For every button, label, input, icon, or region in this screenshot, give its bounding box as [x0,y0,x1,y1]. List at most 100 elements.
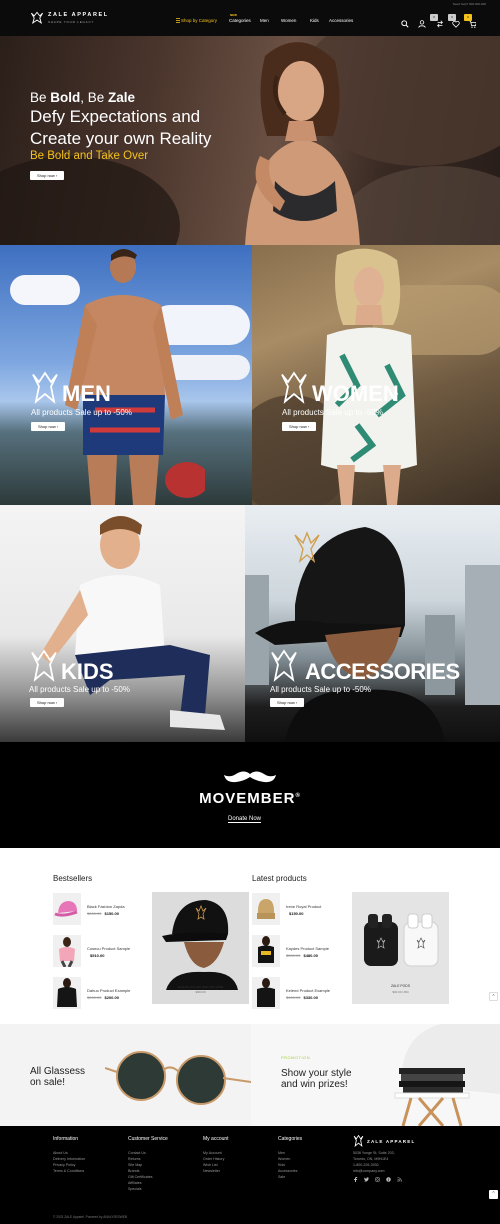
footer-link[interactable]: Gift Certificates [128,1175,153,1179]
footer-brand: ZALE APPAREL [367,1139,416,1144]
footer-link[interactable]: Newsletter [203,1169,220,1173]
footer-information-title: Information [53,1136,79,1142]
brand-name: ZALE APPAREL [48,12,109,18]
footer-link[interactable]: Affiliates [128,1181,142,1185]
compare-icon[interactable] [436,20,444,28]
rss-icon[interactable] [397,1177,402,1182]
nav-accessories[interactable]: Accessories [329,18,353,23]
crown-logo-icon [31,11,43,24]
bestsellers-title: Bestsellers [53,874,93,883]
promo-style[interactable]: PROMOTION Show your style and win prizes… [251,1024,500,1126]
footer-email[interactable]: info@company.com [353,1169,385,1173]
product-thumb[interactable] [53,977,81,1009]
user-icon[interactable] [418,20,426,28]
hero-shop-now-button[interactable]: Shop now › [30,171,65,180]
pinterest-icon[interactable] [386,1177,391,1182]
hero-be-2: , Be [80,90,109,105]
men-shop-now-button[interactable]: Shop now › [31,422,66,431]
footer-link[interactable]: Women [278,1157,290,1161]
featured-product-cap[interactable]: ZALE BLACK AND RED CAP SOME $000.00 [152,892,249,1004]
pink-top-image [59,937,75,968]
footer-phone[interactable]: 1-800-226-3930 [353,1163,379,1167]
stool-clothes-image [394,1024,500,1126]
footer-service-title: Customer Service [128,1136,168,1142]
footer-link[interactable]: About Us [53,1151,68,1155]
twitter-icon[interactable] [364,1177,369,1182]
product-name[interactable]: Dahuo Product Example [87,988,130,993]
accessories-shop-now-label: Shop now [277,700,295,705]
promo-glasses-line1: All Glassess [30,1066,86,1077]
heart-icon[interactable] [452,20,460,28]
men-subtitle: All products Sale up to -50% [31,408,132,417]
product-thumb[interactable] [252,977,280,1009]
men-title: MEN [62,381,111,406]
featured-price: $000.00 [195,990,206,994]
mustache-icon [224,771,276,783]
footer-link[interactable]: Accessories [278,1169,297,1173]
footer-link[interactable]: Sale [278,1175,285,1179]
product-thumb[interactable] [252,893,280,925]
product-thumb[interactable] [53,935,81,968]
black-shirt-image [257,978,275,1007]
product-name[interactable]: Irene Royal Product [286,904,321,909]
current-price: $200.00 [104,995,119,1000]
footer-link[interactable]: Contact Us [128,1151,146,1155]
black-hoodie-image [57,978,77,1007]
women-model-image [321,248,417,505]
footer-address-line: 5036 Yonge St, Suite 203, [353,1151,395,1155]
kids-crest-icon [31,649,57,682]
nav-categories[interactable]: NEW Categories [229,13,251,23]
nav-kids[interactable]: Kids [310,18,319,23]
accessories-model-image [255,527,445,742]
building-shape [465,565,500,705]
nav-women[interactable]: Women [281,18,296,23]
hero-line-4: Be Bold and Take Over [30,150,149,162]
footer-link[interactable]: Delivery Information [53,1157,85,1161]
product-name[interactable]: Kelend Product Example [286,988,330,993]
product-price: $000.00 $200.00 [87,995,119,1000]
cart-icon[interactable] [468,20,476,28]
kids-shop-now-label: Shop now [37,700,55,705]
featured-product-pods[interactable]: ZALE PODS $00.00 USD [352,892,449,1004]
product-thumb[interactable] [53,893,81,925]
nav-men[interactable]: Men [260,18,269,23]
footer-link[interactable]: Brands [128,1169,139,1173]
accessories-shop-now-button[interactable]: Shop now › [270,698,305,707]
footer-link[interactable]: Privacy Policy [53,1163,75,1167]
accessories-crest-icon [271,649,297,682]
hero-line-3: Create your own Reality [30,129,212,148]
product-name[interactable]: Cosecu Product Sample [87,946,130,951]
footer-link[interactable]: Specials [128,1187,142,1191]
scroll-to-top-button[interactable]: ⌃ [489,992,498,1001]
instagram-icon[interactable] [375,1177,380,1182]
footer-link[interactable]: Returns [128,1157,141,1161]
old-price: $000.00 [87,995,102,1000]
women-crest-icon [281,371,307,404]
product-thumb[interactable] [252,935,280,967]
footer-scroll-top-button[interactable]: ⌃ [489,1190,498,1199]
footer-link[interactable]: Site Map [128,1163,142,1167]
search-icon[interactable] [401,20,409,28]
black-yellow-shirt-image [258,936,274,963]
old-price: $500.00 [286,953,301,958]
women-shop-now-button[interactable]: Shop now › [282,422,317,431]
donate-now-link[interactable]: Donate Now [228,816,262,823]
footer-link[interactable]: Order History [203,1157,224,1161]
kids-shop-now-button[interactable]: Shop now › [30,698,65,707]
nav-categories-label: Categories [229,18,251,23]
footer-link[interactable]: Wish List [203,1163,218,1167]
footer-link[interactable]: Men [278,1151,285,1155]
facebook-icon[interactable] [353,1177,358,1182]
footer-link[interactable]: My Account [203,1151,222,1155]
nav-shop-by-category[interactable]: Shop by Category [181,18,217,23]
promo-glasses[interactable]: All Glassess on sale! [0,1024,251,1126]
footer-link[interactable]: Terms & Conditions [53,1169,84,1173]
promo-style-line1: Show your style [281,1068,352,1079]
site-header: ZALE APPAREL SHAPE YOUR LEGACY Need help… [0,0,500,36]
product-name[interactable]: Black Fashion Zapda [87,904,125,909]
product-name[interactable]: Kaydes Product Sample [286,946,329,951]
footer-link[interactable]: Kids [278,1163,285,1167]
hero-zale: Zale [108,90,136,105]
menu-icon [176,18,180,23]
footer-copyright: © 2023 ZALE Apparel. Powered by ANALYSES… [53,1215,128,1219]
